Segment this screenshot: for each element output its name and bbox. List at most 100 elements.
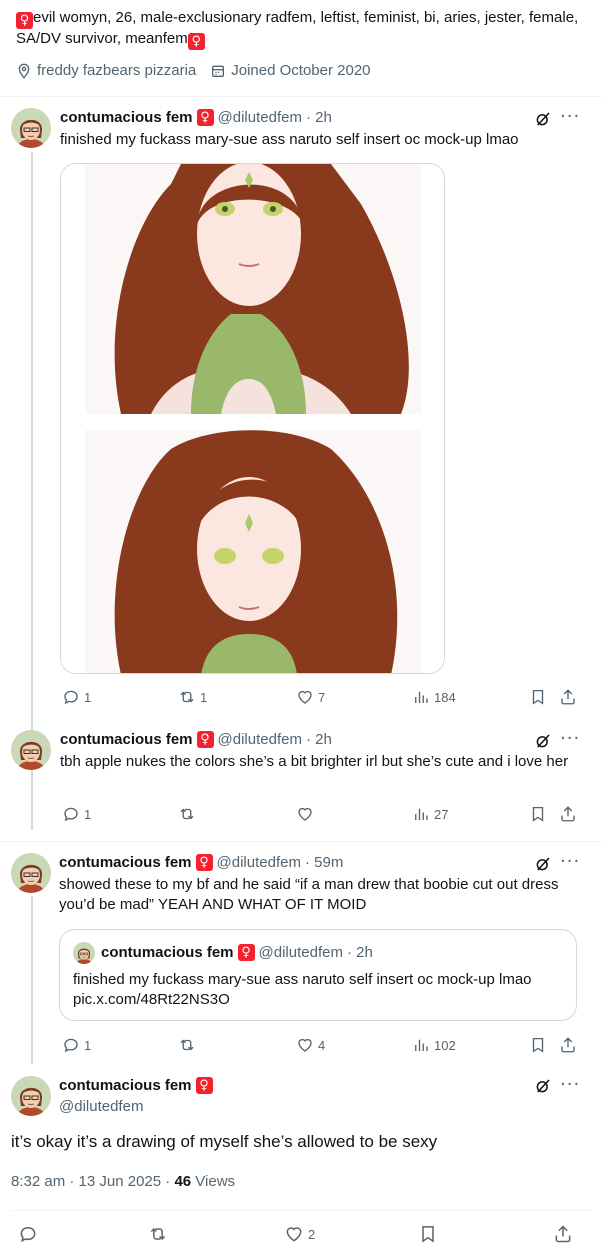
tweet-header: contumacious fem ♀ @dilutedfem · 2h bbox=[60, 109, 332, 126]
reply-icon bbox=[62, 1036, 80, 1054]
like-button[interactable] bbox=[296, 805, 314, 823]
reply-button[interactable]: 1 bbox=[62, 1036, 91, 1054]
female-symbol-icon: ♀ bbox=[187, 33, 205, 50]
bookmark-icon[interactable] bbox=[529, 1036, 547, 1054]
repost-button[interactable] bbox=[148, 1224, 168, 1244]
female-symbol-icon: ♀ bbox=[196, 109, 214, 126]
reply-button[interactable]: 1 bbox=[62, 688, 91, 706]
profile-meta: freddy fazbears pizzaria Joined October … bbox=[16, 62, 371, 79]
grok-icon[interactable] bbox=[534, 110, 552, 128]
views-button[interactable]: 27 bbox=[412, 805, 448, 823]
location-pin-icon bbox=[18, 63, 30, 79]
reply-icon bbox=[62, 688, 80, 706]
avatar[interactable] bbox=[11, 730, 51, 770]
bio-text: evil womyn, 26, male-exclusionary radfem… bbox=[16, 9, 579, 47]
handle: @dilutedfem bbox=[258, 944, 343, 961]
female-symbol-icon: ♀ bbox=[237, 944, 255, 961]
location: freddy fazbears pizzaria bbox=[16, 62, 196, 79]
reply-icon bbox=[18, 1224, 38, 1244]
views-icon bbox=[412, 688, 430, 706]
thread-connector bbox=[31, 152, 33, 830]
more-options-icon[interactable]: ··· bbox=[560, 728, 580, 749]
bookmark-icon[interactable] bbox=[529, 688, 547, 706]
display-name[interactable]: contumacious fem bbox=[59, 1077, 192, 1094]
avatar bbox=[73, 942, 95, 964]
display-name: contumacious fem bbox=[101, 944, 234, 961]
timestamp[interactable]: · 2h bbox=[306, 731, 332, 748]
tweet-media[interactable] bbox=[60, 163, 445, 674]
repost-icon bbox=[148, 1224, 168, 1244]
heart-icon bbox=[296, 805, 314, 823]
female-symbol-icon: ♀ bbox=[195, 1077, 213, 1094]
character-art-image bbox=[61, 164, 444, 673]
divider bbox=[11, 1210, 591, 1211]
handle[interactable]: @dilutedfem bbox=[59, 1098, 143, 1115]
heart-icon bbox=[284, 1224, 304, 1244]
timestamp: · 2h bbox=[346, 944, 373, 961]
quoted-tweet[interactable]: contumacious fem ♀ @dilutedfem · 2h fini… bbox=[59, 929, 577, 1021]
grok-icon[interactable] bbox=[534, 732, 552, 750]
heart-icon bbox=[296, 688, 314, 706]
quote-header: contumacious fem ♀ @dilutedfem · 2h bbox=[101, 944, 373, 961]
location-text: freddy fazbears pizzaria bbox=[37, 62, 197, 79]
heart-icon bbox=[296, 1036, 314, 1054]
display-name[interactable]: contumacious fem bbox=[59, 854, 192, 871]
main-tweet-name: contumacious fem ♀ bbox=[59, 1077, 213, 1094]
reply-icon bbox=[62, 805, 80, 823]
more-options-icon[interactable]: ··· bbox=[560, 106, 580, 127]
divider bbox=[0, 96, 602, 97]
reply-button[interactable]: 1 bbox=[62, 805, 91, 823]
thread-connector bbox=[31, 896, 33, 1064]
avatar[interactable] bbox=[11, 853, 51, 893]
female-symbol-icon: ♀ bbox=[16, 12, 33, 29]
quote-link[interactable]: pic.x.com/48Rt22NS3O bbox=[73, 990, 230, 1010]
divider bbox=[0, 841, 602, 842]
bookmark-icon[interactable] bbox=[529, 805, 547, 823]
display-name[interactable]: contumacious fem bbox=[60, 731, 193, 748]
repost-icon bbox=[178, 1036, 196, 1054]
share-icon[interactable] bbox=[553, 1224, 573, 1244]
repost-button[interactable] bbox=[178, 805, 196, 823]
female-symbol-icon: ♀ bbox=[196, 731, 214, 748]
share-icon[interactable] bbox=[559, 688, 577, 706]
avatar[interactable] bbox=[11, 108, 51, 148]
like-button[interactable]: 2 bbox=[284, 1224, 315, 1244]
views-button[interactable]: 184 bbox=[412, 688, 456, 706]
views-count: 46 bbox=[174, 1173, 192, 1190]
timestamp[interactable]: · 2h bbox=[306, 109, 332, 126]
repost-icon bbox=[178, 688, 196, 706]
tweet-header: contumacious fem ♀ @dilutedfem · 59m bbox=[59, 854, 343, 871]
profile-bio: ♀ evil womyn, 26, male-exclusionary radfe… bbox=[16, 8, 586, 50]
repost-button[interactable]: 1 bbox=[178, 688, 207, 706]
views-icon bbox=[412, 805, 430, 823]
handle[interactable]: @dilutedfem bbox=[217, 854, 301, 871]
like-button[interactable]: 7 bbox=[296, 688, 325, 706]
share-icon[interactable] bbox=[559, 805, 577, 823]
joined-date: Joined October 2020 bbox=[210, 62, 371, 79]
reply-button[interactable] bbox=[18, 1224, 38, 1244]
main-tweet-meta: 8:32 am · 13 Jun 2025 · 46 Views bbox=[11, 1172, 235, 1192]
grok-icon[interactable] bbox=[534, 1077, 552, 1095]
avatar[interactable] bbox=[11, 1076, 51, 1116]
like-button[interactable]: 4 bbox=[296, 1036, 325, 1054]
calendar-icon bbox=[212, 65, 225, 77]
tweet-header: contumacious fem ♀ @dilutedfem · 2h bbox=[60, 731, 332, 748]
handle[interactable]: @dilutedfem bbox=[218, 731, 302, 748]
views-label: Views bbox=[191, 1173, 236, 1190]
female-symbol-icon: ♀ bbox=[195, 854, 213, 871]
handle[interactable]: @dilutedfem bbox=[218, 109, 302, 126]
views-button[interactable]: 102 bbox=[412, 1036, 456, 1054]
display-name[interactable]: contumacious fem bbox=[60, 109, 193, 126]
views-icon bbox=[412, 1036, 430, 1054]
tweet-text: showed these to my bf and he said “if a … bbox=[59, 876, 559, 913]
more-options-icon[interactable]: ··· bbox=[560, 1074, 580, 1095]
repost-button[interactable] bbox=[178, 1036, 196, 1054]
bookmark-icon[interactable] bbox=[418, 1224, 438, 1244]
quote-text: finished my fuckass mary-sue ass naruto … bbox=[73, 971, 532, 988]
grok-icon[interactable] bbox=[534, 855, 552, 873]
share-icon[interactable] bbox=[559, 1036, 577, 1054]
timestamp[interactable]: · 59m bbox=[305, 854, 343, 871]
more-options-icon[interactable]: ··· bbox=[560, 851, 580, 872]
tweet-datetime[interactable]: 8:32 am · 13 Jun 2025 · bbox=[11, 1173, 174, 1190]
joined-text: Joined October 2020 bbox=[231, 62, 371, 79]
